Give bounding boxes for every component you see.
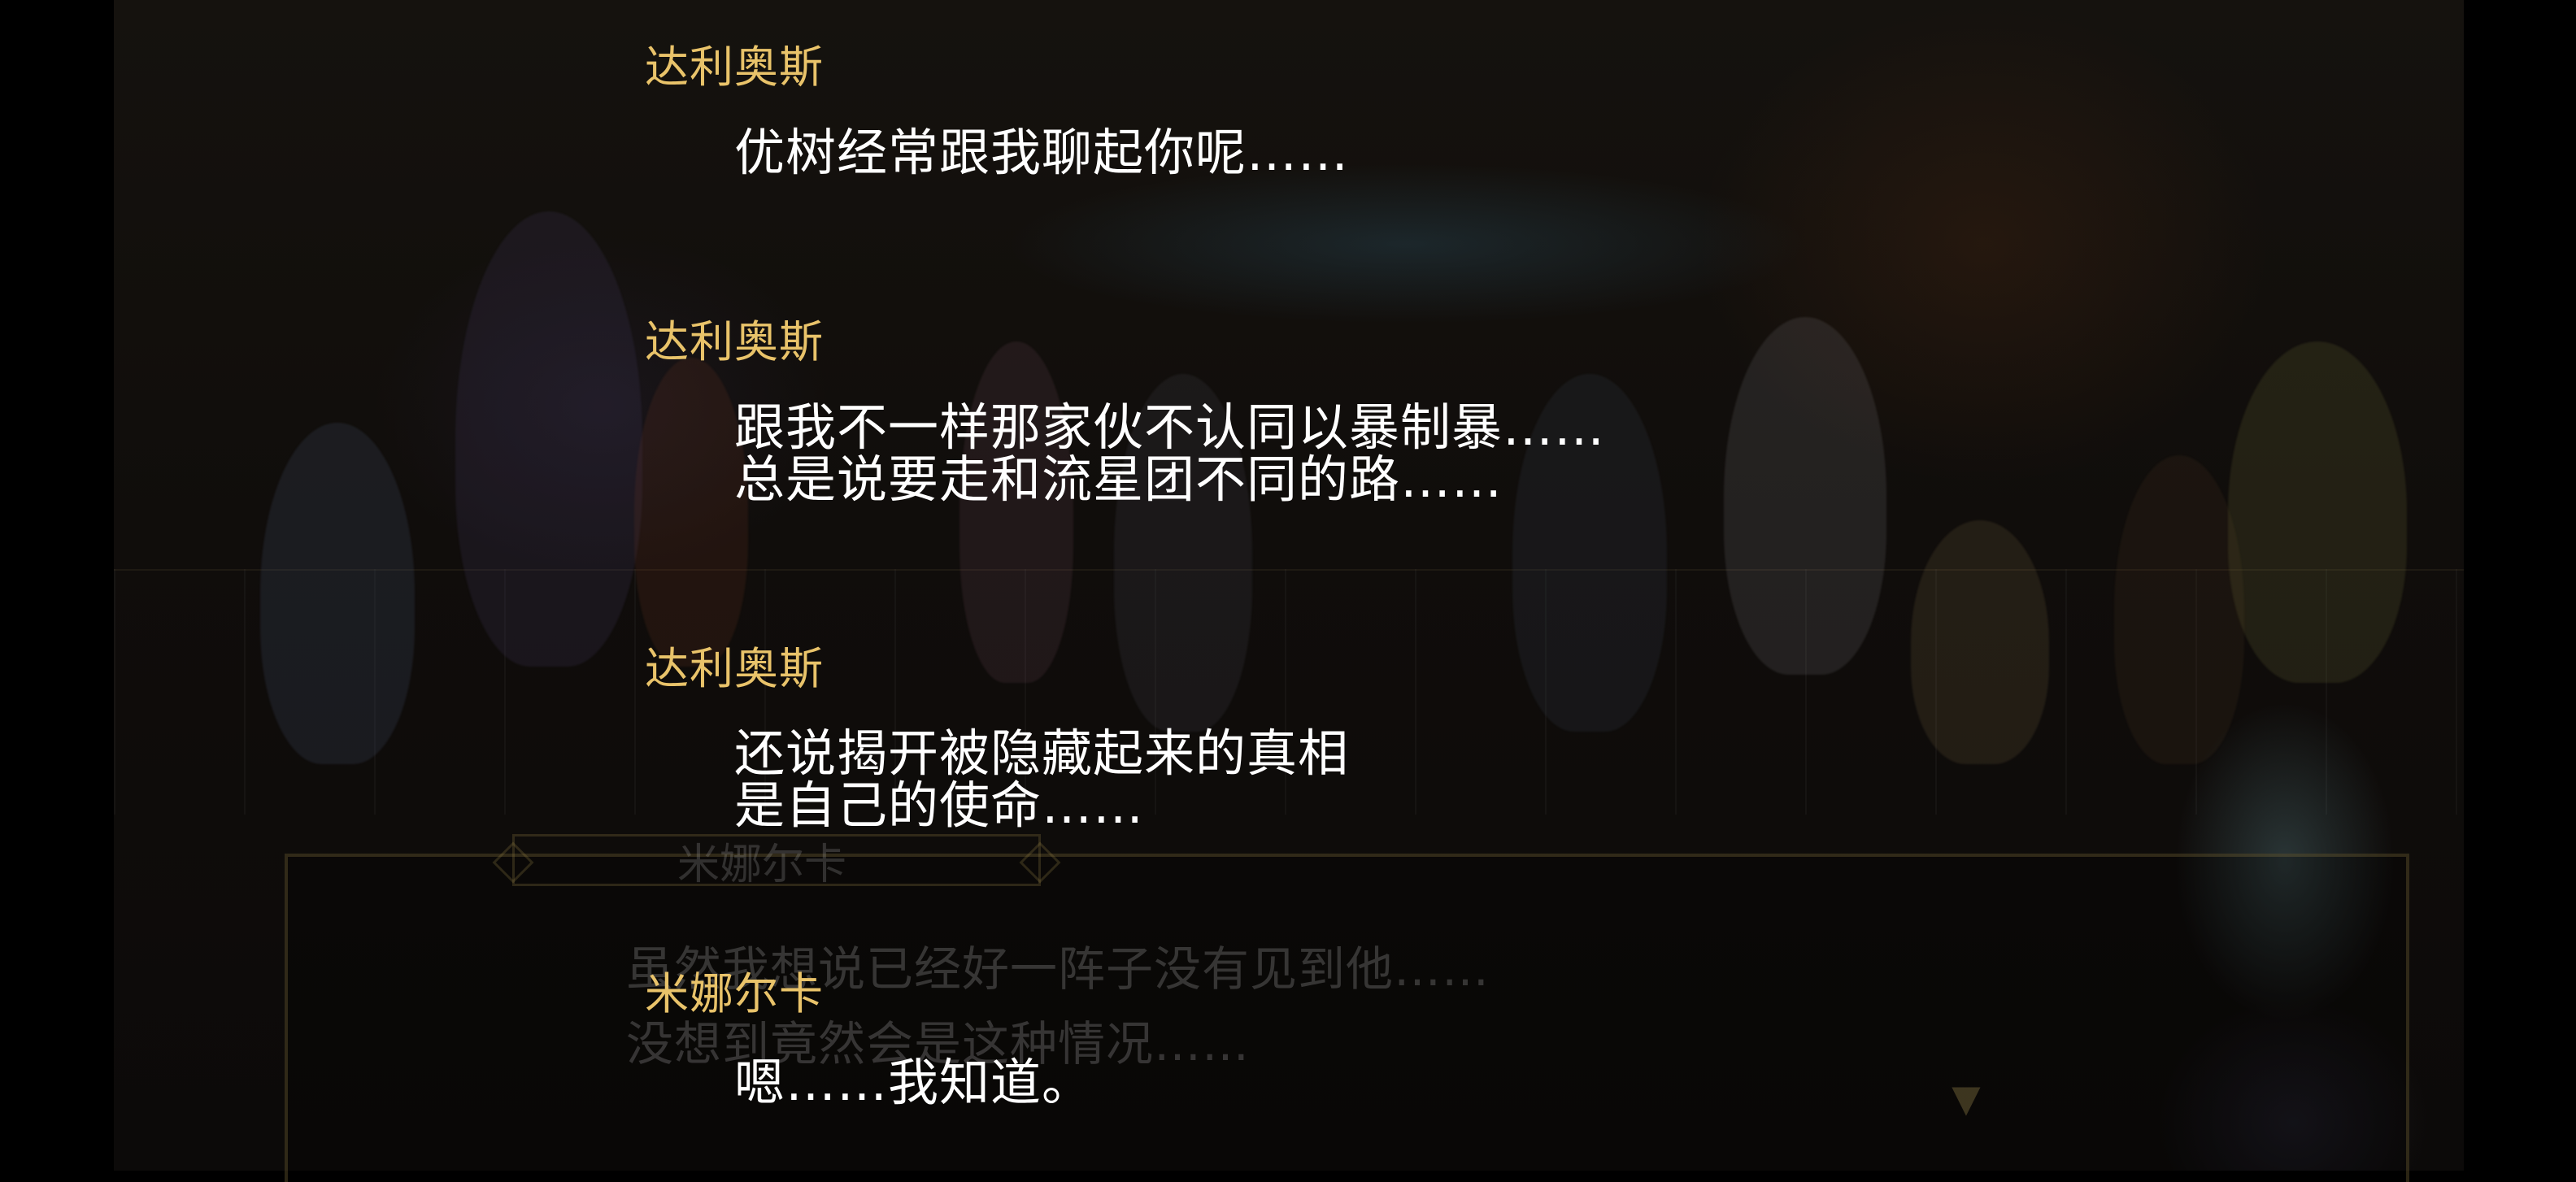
backlog-line: 总是说要走和流星团不同的路…… — [734, 450, 1503, 509]
backlog-speaker: 达利奥斯 — [645, 643, 824, 694]
backlog-line: 跟我不一样那家伙不认同以暴制暴…… — [734, 398, 1606, 457]
backlog-lines: 跟我不一样那家伙不认同以暴制暴…… 总是说要走和流星团不同的路…… — [734, 402, 1605, 506]
backlog-line: 优树经常跟我聊起你呢…… — [734, 123, 1350, 182]
backlog-line: 是自己的使命…… — [734, 776, 1145, 835]
backlog-line: 嗯……我知道。 — [734, 1053, 1094, 1112]
backlog-lines: 还说揭开被隐藏起来的真相 是自己的使命…… — [734, 728, 1349, 832]
backlog-lines: 优树经常跟我聊起你呢…… — [734, 127, 1349, 179]
backlog-speaker: 达利奥斯 — [645, 316, 824, 367]
backlog-line: 还说揭开被隐藏起来的真相 — [734, 724, 1350, 783]
dialog-backlog[interactable]: 达利奥斯 优树经常跟我聊起你呢…… 达利奥斯 跟我不一样那家伙不认同以暴制暴……… — [0, 0, 2576, 1171]
backlog-lines: 嗯……我知道。 — [734, 1057, 1093, 1109]
backlog-speaker: 达利奥斯 — [645, 41, 824, 93]
backlog-speaker: 米娜尔卡 — [645, 968, 824, 1019]
